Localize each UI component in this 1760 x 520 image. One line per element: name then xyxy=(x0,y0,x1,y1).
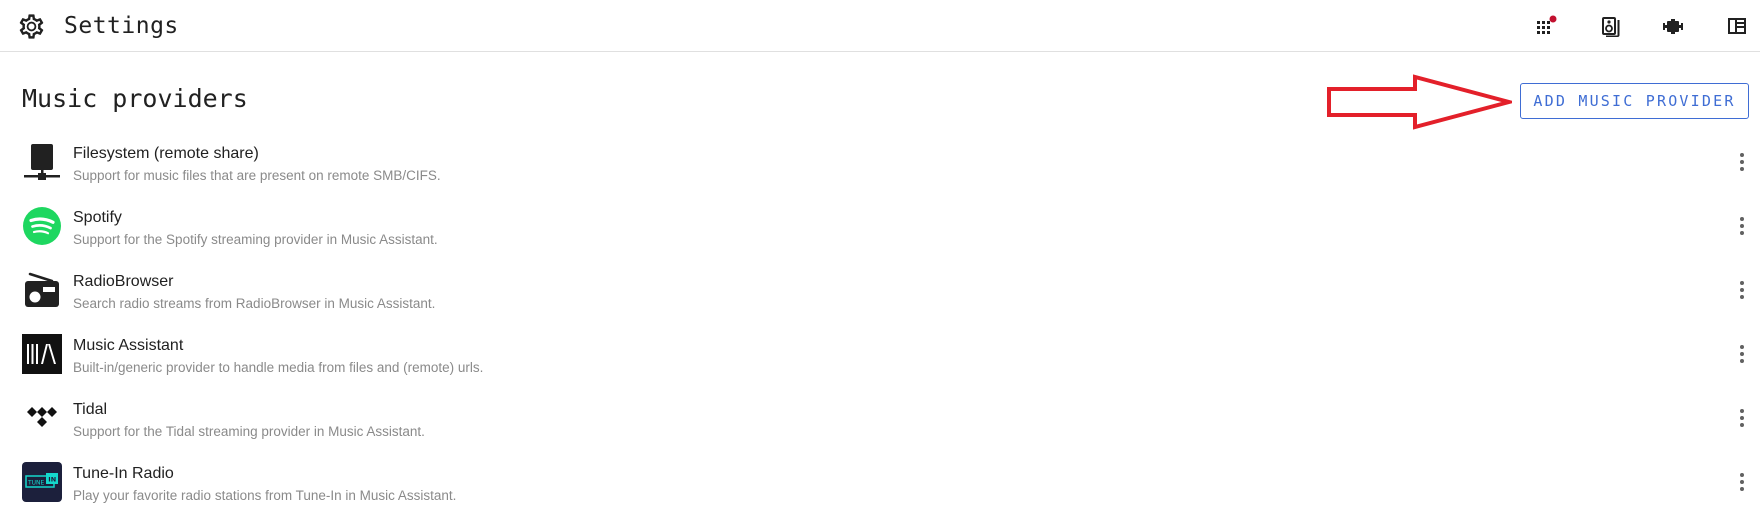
section-title: Music providers xyxy=(22,84,248,113)
more-options-icon[interactable] xyxy=(1732,276,1752,304)
more-options-icon[interactable] xyxy=(1732,212,1752,240)
network-drive-icon xyxy=(24,144,60,180)
tunein-logo-text: TUNE xyxy=(27,480,45,487)
provider-name: Tidal xyxy=(73,401,108,418)
apps-grid-icon[interactable] xyxy=(1535,15,1557,37)
provider-name: Tune-In Radio xyxy=(73,465,174,482)
annotation-arrow xyxy=(1327,74,1512,130)
plugin-icon[interactable] xyxy=(1662,15,1684,37)
list-item[interactable]: Tidal Support for the Tidal streaming pr… xyxy=(0,390,1760,454)
more-options-icon[interactable] xyxy=(1732,468,1752,496)
speaker-icon[interactable] xyxy=(1599,15,1621,37)
provider-description: Play your favorite radio stations from T… xyxy=(73,488,457,503)
provider-description: Search radio streams from RadioBrowser i… xyxy=(73,296,436,311)
provider-name: Filesystem (remote share) xyxy=(73,145,259,162)
list-item[interactable]: Music Assistant Built-in/generic provide… xyxy=(0,326,1760,390)
provider-name: RadioBrowser xyxy=(73,273,174,290)
provider-name: Music Assistant xyxy=(73,337,184,354)
tunein-logo-icon: TUNE IN xyxy=(22,462,62,502)
list-item[interactable]: TUNE IN Tune-In Radio Play your favorite… xyxy=(0,454,1760,518)
page-title: Settings xyxy=(64,13,179,39)
provider-description: Support for the Tidal streaming provider… xyxy=(73,424,425,439)
more-options-icon[interactable] xyxy=(1732,148,1752,176)
top-app-bar: Settings xyxy=(0,0,1760,52)
music-assistant-logo-icon xyxy=(22,334,62,374)
radio-icon xyxy=(25,272,59,307)
list-item[interactable]: Filesystem (remote share) Support for mu… xyxy=(0,134,1760,198)
tidal-logo-icon xyxy=(27,407,57,427)
provider-name: Spotify xyxy=(73,209,122,226)
gear-icon[interactable] xyxy=(17,12,46,41)
list-item[interactable]: Spotify Support for the Spotify streamin… xyxy=(0,198,1760,262)
notification-dot-icon xyxy=(1549,15,1557,23)
provider-list: Filesystem (remote share) Support for mu… xyxy=(0,134,1760,518)
list-item[interactable]: RadioBrowser Search radio streams from R… xyxy=(0,262,1760,326)
provider-description: Support for the Spotify streaming provid… xyxy=(73,232,438,247)
tunein-logo-badge: IN xyxy=(48,476,56,484)
more-options-icon[interactable] xyxy=(1732,404,1752,432)
account-box-icon[interactable] xyxy=(1726,15,1748,37)
spotify-logo-icon xyxy=(23,207,61,245)
add-music-provider-button[interactable]: ADD MUSIC PROVIDER xyxy=(1520,83,1749,119)
more-options-icon[interactable] xyxy=(1732,340,1752,368)
provider-description: Support for music files that are present… xyxy=(73,168,441,183)
provider-description: Built-in/generic provider to handle medi… xyxy=(73,360,484,375)
